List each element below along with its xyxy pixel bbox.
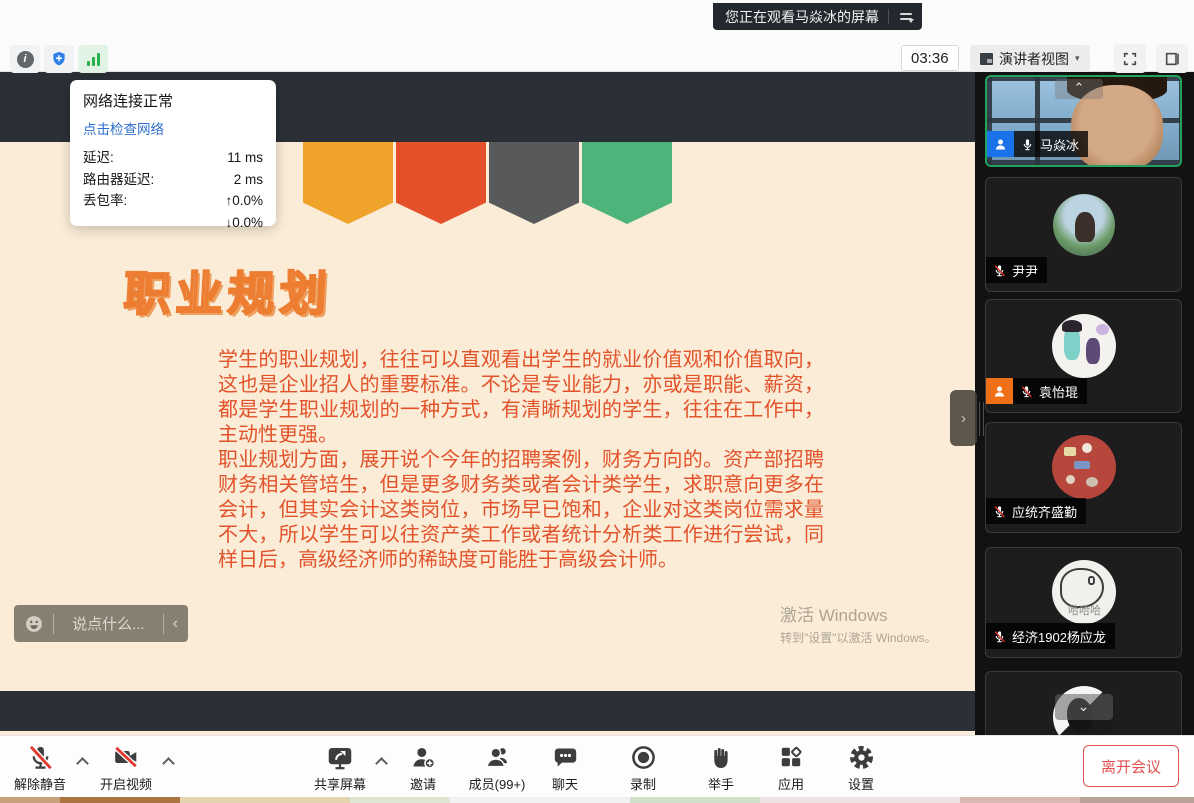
latency-label: 延迟: bbox=[83, 147, 114, 169]
members-icon bbox=[484, 744, 511, 771]
emoji-icon bbox=[24, 614, 44, 634]
packet-loss-label: 丢包率: bbox=[83, 190, 127, 212]
menu-caret-icon bbox=[908, 19, 914, 23]
avatar bbox=[1053, 194, 1115, 256]
mic-muted-icon bbox=[993, 505, 1006, 518]
chevron-down-icon: ▾ bbox=[1075, 53, 1080, 64]
slide-bottom-bar bbox=[0, 691, 975, 731]
quick-chat-input[interactable]: 说点什么... ‹ bbox=[14, 605, 188, 642]
unmute-button[interactable]: 解除静音 bbox=[0, 742, 82, 793]
sidebar-toggle-button[interactable] bbox=[1156, 44, 1188, 73]
fullscreen-button[interactable] bbox=[1114, 44, 1146, 73]
invite-button[interactable]: 邀请 bbox=[381, 742, 465, 793]
router-latency-value: 2 ms bbox=[234, 169, 263, 191]
panel-layout-icon bbox=[1164, 51, 1180, 67]
shield-plus-icon bbox=[50, 50, 68, 68]
watermark-line1: 激活 Windows bbox=[780, 601, 937, 626]
pill-divider bbox=[53, 614, 54, 634]
top-toolbar: i 03:36 演讲者视图 ▾ bbox=[0, 0, 1194, 72]
banner-pennant-red bbox=[396, 142, 486, 224]
view-switch-menu-button[interactable] bbox=[898, 11, 914, 23]
fullscreen-icon bbox=[1122, 51, 1138, 67]
name-row: 马焱冰 bbox=[987, 131, 1088, 157]
pill-divider bbox=[163, 614, 164, 634]
avatar bbox=[1052, 435, 1116, 499]
mic-on-icon bbox=[1021, 138, 1034, 151]
participant-name: 经济1902杨应龙 bbox=[1012, 627, 1106, 646]
network-status-popup: 网络连接正常 点击检查网络 延迟: 11 ms 路由器延迟: 2 ms 丢包率: ↑0… bbox=[70, 80, 276, 226]
collapse-up-icon[interactable]: ⌃ bbox=[1055, 79, 1103, 99]
start-video-button[interactable]: 开启视频 bbox=[84, 742, 168, 793]
view-mode-dropdown[interactable]: 演讲者视图 ▾ bbox=[970, 45, 1090, 72]
view-mode-label: 演讲者视图 bbox=[999, 49, 1069, 69]
banner-pennant-green bbox=[582, 142, 672, 224]
scroll-down-icon[interactable]: ⌄ bbox=[1055, 694, 1113, 720]
banner-pennant-gray bbox=[489, 142, 579, 224]
badge-divider bbox=[888, 9, 889, 24]
network-status-title: 网络连接正常 bbox=[83, 90, 263, 111]
leave-meeting-button[interactable]: 离开会议 bbox=[1083, 745, 1179, 787]
participants-sidebar: ⌃ 马焱冰 bbox=[975, 72, 1194, 735]
mic-muted-icon bbox=[1020, 385, 1033, 398]
mic-icon bbox=[27, 744, 54, 771]
signal-bars-icon bbox=[87, 53, 100, 66]
gear-icon bbox=[848, 744, 875, 771]
slide-title: 职业规划 bbox=[122, 255, 334, 324]
banner-pennant-orange bbox=[303, 142, 393, 224]
participant-tile-yinyin[interactable]: 尹尹 bbox=[985, 177, 1182, 292]
cohost-role-icon bbox=[986, 378, 1013, 404]
collapse-left-icon[interactable]: ‹ bbox=[173, 615, 178, 633]
record-button[interactable]: 录制 bbox=[601, 742, 685, 793]
mic-muted-icon bbox=[993, 630, 1006, 643]
host-role-icon bbox=[987, 131, 1014, 157]
meeting-info-button[interactable]: i bbox=[10, 45, 40, 73]
participant-name: 马焱冰 bbox=[1040, 135, 1079, 154]
packet-loss-up-value: ↑0.0% bbox=[225, 190, 263, 212]
avatar: 哈哈哈 bbox=[1052, 560, 1116, 624]
meeting-timer: 03:36 bbox=[901, 45, 959, 71]
watching-screen-badge: 您正在观看马焱冰的屏幕 bbox=[713, 3, 922, 30]
meeting-window: i 03:36 演讲者视图 ▾ bbox=[0, 0, 1194, 803]
invite-icon bbox=[410, 744, 437, 771]
camera-icon bbox=[112, 744, 140, 770]
participant-tile-partial[interactable]: ⌄ bbox=[985, 671, 1182, 735]
participant-tile-ma-yanbing[interactable]: ⌃ 马焱冰 bbox=[985, 75, 1182, 167]
chat-button[interactable]: 聊天 bbox=[523, 742, 607, 793]
participant-tile-yuan-yikun[interactable]: 袁怡琨 bbox=[985, 299, 1182, 413]
mic-muted-icon bbox=[993, 264, 1006, 277]
slide-body-text: 学生的职业规划，往往可以直观看出学生的就业价值观和价值取向，这也是企业招人的重要… bbox=[218, 348, 824, 573]
participant-name: 尹尹 bbox=[1012, 261, 1038, 280]
latency-value: 11 ms bbox=[227, 147, 263, 169]
security-button[interactable] bbox=[44, 45, 74, 73]
record-icon bbox=[630, 744, 657, 771]
layout-icon bbox=[980, 53, 993, 65]
info-icon: i bbox=[17, 51, 34, 68]
chat-placeholder: 说点什么... bbox=[63, 613, 154, 634]
windows-activation-watermark: 激活 Windows 转到"设置"以激活 Windows。 bbox=[780, 601, 937, 646]
packet-loss-down-value: ↓0.0% bbox=[225, 212, 263, 234]
participant-name: 袁怡琨 bbox=[1039, 382, 1078, 401]
participant-tile-jingji1902-yangyinglong[interactable]: 哈哈哈 经济1902杨应龙 bbox=[985, 547, 1182, 658]
apps-icon bbox=[778, 744, 804, 770]
sidebar-collapse-handle[interactable]: › bbox=[950, 390, 977, 446]
video-options-chevron[interactable] bbox=[164, 756, 173, 765]
avatar bbox=[1052, 314, 1116, 378]
watermark-line2: 转到"设置"以激活 Windows。 bbox=[780, 629, 937, 646]
settings-button[interactable]: 设置 bbox=[819, 742, 903, 793]
desktop-sliver bbox=[0, 797, 1194, 803]
network-status-button[interactable] bbox=[78, 45, 108, 73]
raise-hand-icon bbox=[708, 744, 734, 771]
router-latency-label: 路由器延迟: bbox=[83, 169, 154, 191]
share-screen-icon bbox=[326, 744, 354, 771]
slide-paragraph-1: 学生的职业规划，往往可以直观看出学生的就业价值观和价值取向，这也是企业招人的重要… bbox=[218, 348, 824, 448]
share-screen-button[interactable]: 共享屏幕 bbox=[298, 742, 382, 793]
watching-screen-text: 您正在观看马焱冰的屏幕 bbox=[725, 7, 879, 27]
bottom-toolbar: 解除静音 开启视频 bbox=[0, 735, 1194, 797]
participant-name: 应统齐盛勤 bbox=[1012, 502, 1077, 521]
slide-paragraph-2: 职业规划方面，展开说个今年的招聘案例，财务方向的。资产部招聘财务相关管培生，但是… bbox=[218, 448, 824, 573]
check-network-link[interactable]: 点击检查网络 bbox=[83, 118, 263, 138]
participant-tile-yingtong-qishengqin[interactable]: 应统齐盛勤 bbox=[985, 422, 1182, 533]
resize-grip-icon[interactable] bbox=[979, 402, 984, 436]
chat-icon bbox=[552, 744, 579, 771]
